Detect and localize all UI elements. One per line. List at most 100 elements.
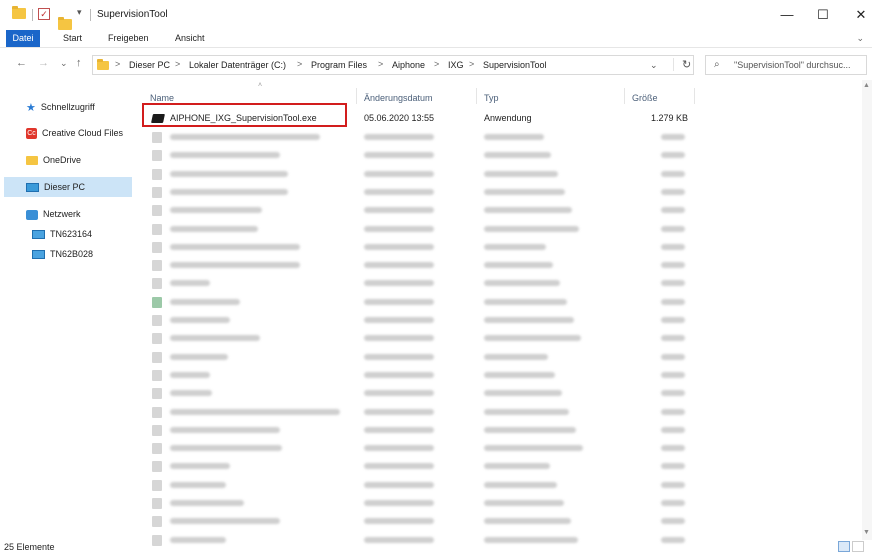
table-row[interactable]: [146, 403, 706, 421]
table-row[interactable]: [146, 384, 706, 402]
table-row[interactable]: [146, 439, 706, 457]
nav-item-creative-cloud-files[interactable]: Cc Creative Cloud Files: [26, 123, 136, 143]
nav-item-dieser-pc[interactable]: Dieser PC: [4, 177, 132, 197]
table-row[interactable]: [146, 476, 706, 494]
breadcrumb-ixg[interactable]: IXG: [448, 60, 464, 70]
redacted-text: [170, 371, 210, 378]
tab-ansicht[interactable]: Ansicht: [175, 30, 205, 47]
vertical-scrollbar[interactable]: ▲ ▼: [862, 80, 872, 540]
breadcrumb-program-files[interactable]: Program Files: [311, 60, 367, 70]
redacted-text: [170, 426, 280, 433]
redacted-text: [170, 353, 228, 360]
file-icon: [152, 168, 162, 180]
window-title: SupervisionTool: [97, 9, 168, 20]
minimize-button[interactable]: —: [772, 6, 802, 24]
redacted-text: [484, 335, 581, 342]
redacted-text: [484, 298, 567, 305]
table-row[interactable]: [146, 457, 706, 475]
properties-icon[interactable]: ✓: [38, 8, 50, 20]
column-header-type[interactable]: Typ: [484, 90, 499, 106]
item-count: 25 Elemente: [4, 542, 55, 552]
maximize-button[interactable]: ☐: [808, 6, 838, 24]
address-dropdown-icon[interactable]: ⌄: [650, 60, 658, 71]
table-row[interactable]: [146, 128, 706, 146]
redacted-text: [364, 445, 434, 452]
table-row[interactable]: [146, 274, 706, 292]
search-input[interactable]: ⌕ "SupervisionTool" durchsuc...: [705, 55, 867, 75]
breadcrumb-local-disk[interactable]: Lokaler Datenträger (C:): [189, 60, 286, 70]
table-row[interactable]: [146, 183, 706, 201]
column-header-date[interactable]: Änderungsdatum: [364, 90, 433, 106]
back-button[interactable]: ←: [16, 57, 27, 69]
expand-ribbon-icon[interactable]: ⌄: [856, 33, 864, 44]
tiles-view-button[interactable]: [852, 541, 864, 552]
redacted-text: [661, 225, 685, 232]
redacted-text: [364, 408, 434, 415]
quick-access-dropdown-icon[interactable]: ▾: [77, 7, 82, 21]
column-divider[interactable]: [694, 88, 695, 104]
table-row[interactable]: [146, 146, 706, 164]
redacted-text: [484, 408, 569, 415]
breadcrumb-dieser-pc[interactable]: Dieser PC: [129, 60, 170, 70]
breadcrumb-supervisiontool[interactable]: SupervisionTool: [483, 60, 547, 70]
nav-item-onedrive[interactable]: OneDrive: [26, 150, 136, 170]
breadcrumb-separator: >: [378, 59, 384, 69]
tab-start[interactable]: Start: [63, 30, 82, 47]
table-row[interactable]: [146, 256, 706, 274]
file-icon: [152, 186, 162, 198]
table-row[interactable]: [146, 329, 706, 347]
scroll-down-icon[interactable]: ▼: [863, 529, 870, 536]
table-row[interactable]: [146, 201, 706, 219]
nav-label: Creative Cloud Files: [42, 128, 124, 138]
redacted-text: [364, 207, 434, 214]
nav-item-tn62b028[interactable]: TN62B028: [32, 244, 132, 264]
redacted-text: [484, 207, 572, 214]
tab-freigeben[interactable]: Freigeben: [108, 30, 149, 47]
table-row[interactable]: [146, 165, 706, 183]
redacted-text: [364, 243, 434, 250]
redacted-text: [364, 335, 434, 342]
file-icon: [152, 315, 162, 326]
refresh-icon[interactable]: ↻: [673, 58, 691, 71]
redacted-text: [364, 170, 434, 177]
table-row[interactable]: [146, 494, 706, 512]
toolbar-separator: [90, 9, 91, 21]
redacted-text: [661, 445, 685, 452]
nav-item-schnellzugriff[interactable]: ★ Schnellzugriff: [26, 97, 136, 117]
redacted-text: [484, 390, 562, 397]
recent-locations-button[interactable]: ⌄: [60, 58, 68, 69]
redacted-text: [661, 463, 685, 470]
close-button[interactable]: ✕: [846, 6, 872, 24]
file-icon: [152, 278, 162, 290]
tab-datei[interactable]: Datei: [6, 30, 40, 47]
redacted-text: [661, 317, 685, 323]
sort-ascending-icon: ˄: [258, 82, 263, 89]
scroll-up-icon[interactable]: ▲: [863, 82, 870, 89]
breadcrumb-aiphone[interactable]: Aiphone: [392, 60, 425, 70]
table-row[interactable]: [146, 421, 706, 439]
table-row[interactable]: [146, 348, 706, 366]
table-row[interactable]: [146, 220, 706, 238]
breadcrumb-separator: >: [469, 59, 475, 69]
column-divider[interactable]: [476, 88, 477, 104]
nav-item-netzwerk[interactable]: Netzwerk: [26, 204, 136, 224]
table-row[interactable]: [146, 238, 706, 256]
nav-item-tn623164[interactable]: TN623164: [32, 224, 132, 244]
redacted-text: [170, 317, 230, 323]
column-header-size[interactable]: Größe: [632, 90, 658, 106]
column-divider[interactable]: [624, 88, 625, 104]
redacted-text: [170, 445, 282, 452]
address-bar[interactable]: > Dieser PC > Lokaler Datenträger (C:) >…: [92, 55, 694, 75]
breadcrumb-separator: >: [115, 59, 121, 69]
new-folder-icon[interactable]: [58, 17, 72, 30]
forward-button[interactable]: →: [38, 57, 49, 69]
table-row[interactable]: [146, 366, 706, 384]
redacted-text: [364, 298, 434, 305]
table-row[interactable]: [146, 311, 706, 329]
details-view-button[interactable]: [838, 541, 850, 552]
column-divider[interactable]: [356, 88, 357, 104]
table-row[interactable]: [146, 512, 706, 530]
table-row[interactable]: [146, 293, 706, 311]
nav-label: OneDrive: [43, 155, 82, 165]
up-button[interactable]: ↑: [76, 57, 82, 69]
